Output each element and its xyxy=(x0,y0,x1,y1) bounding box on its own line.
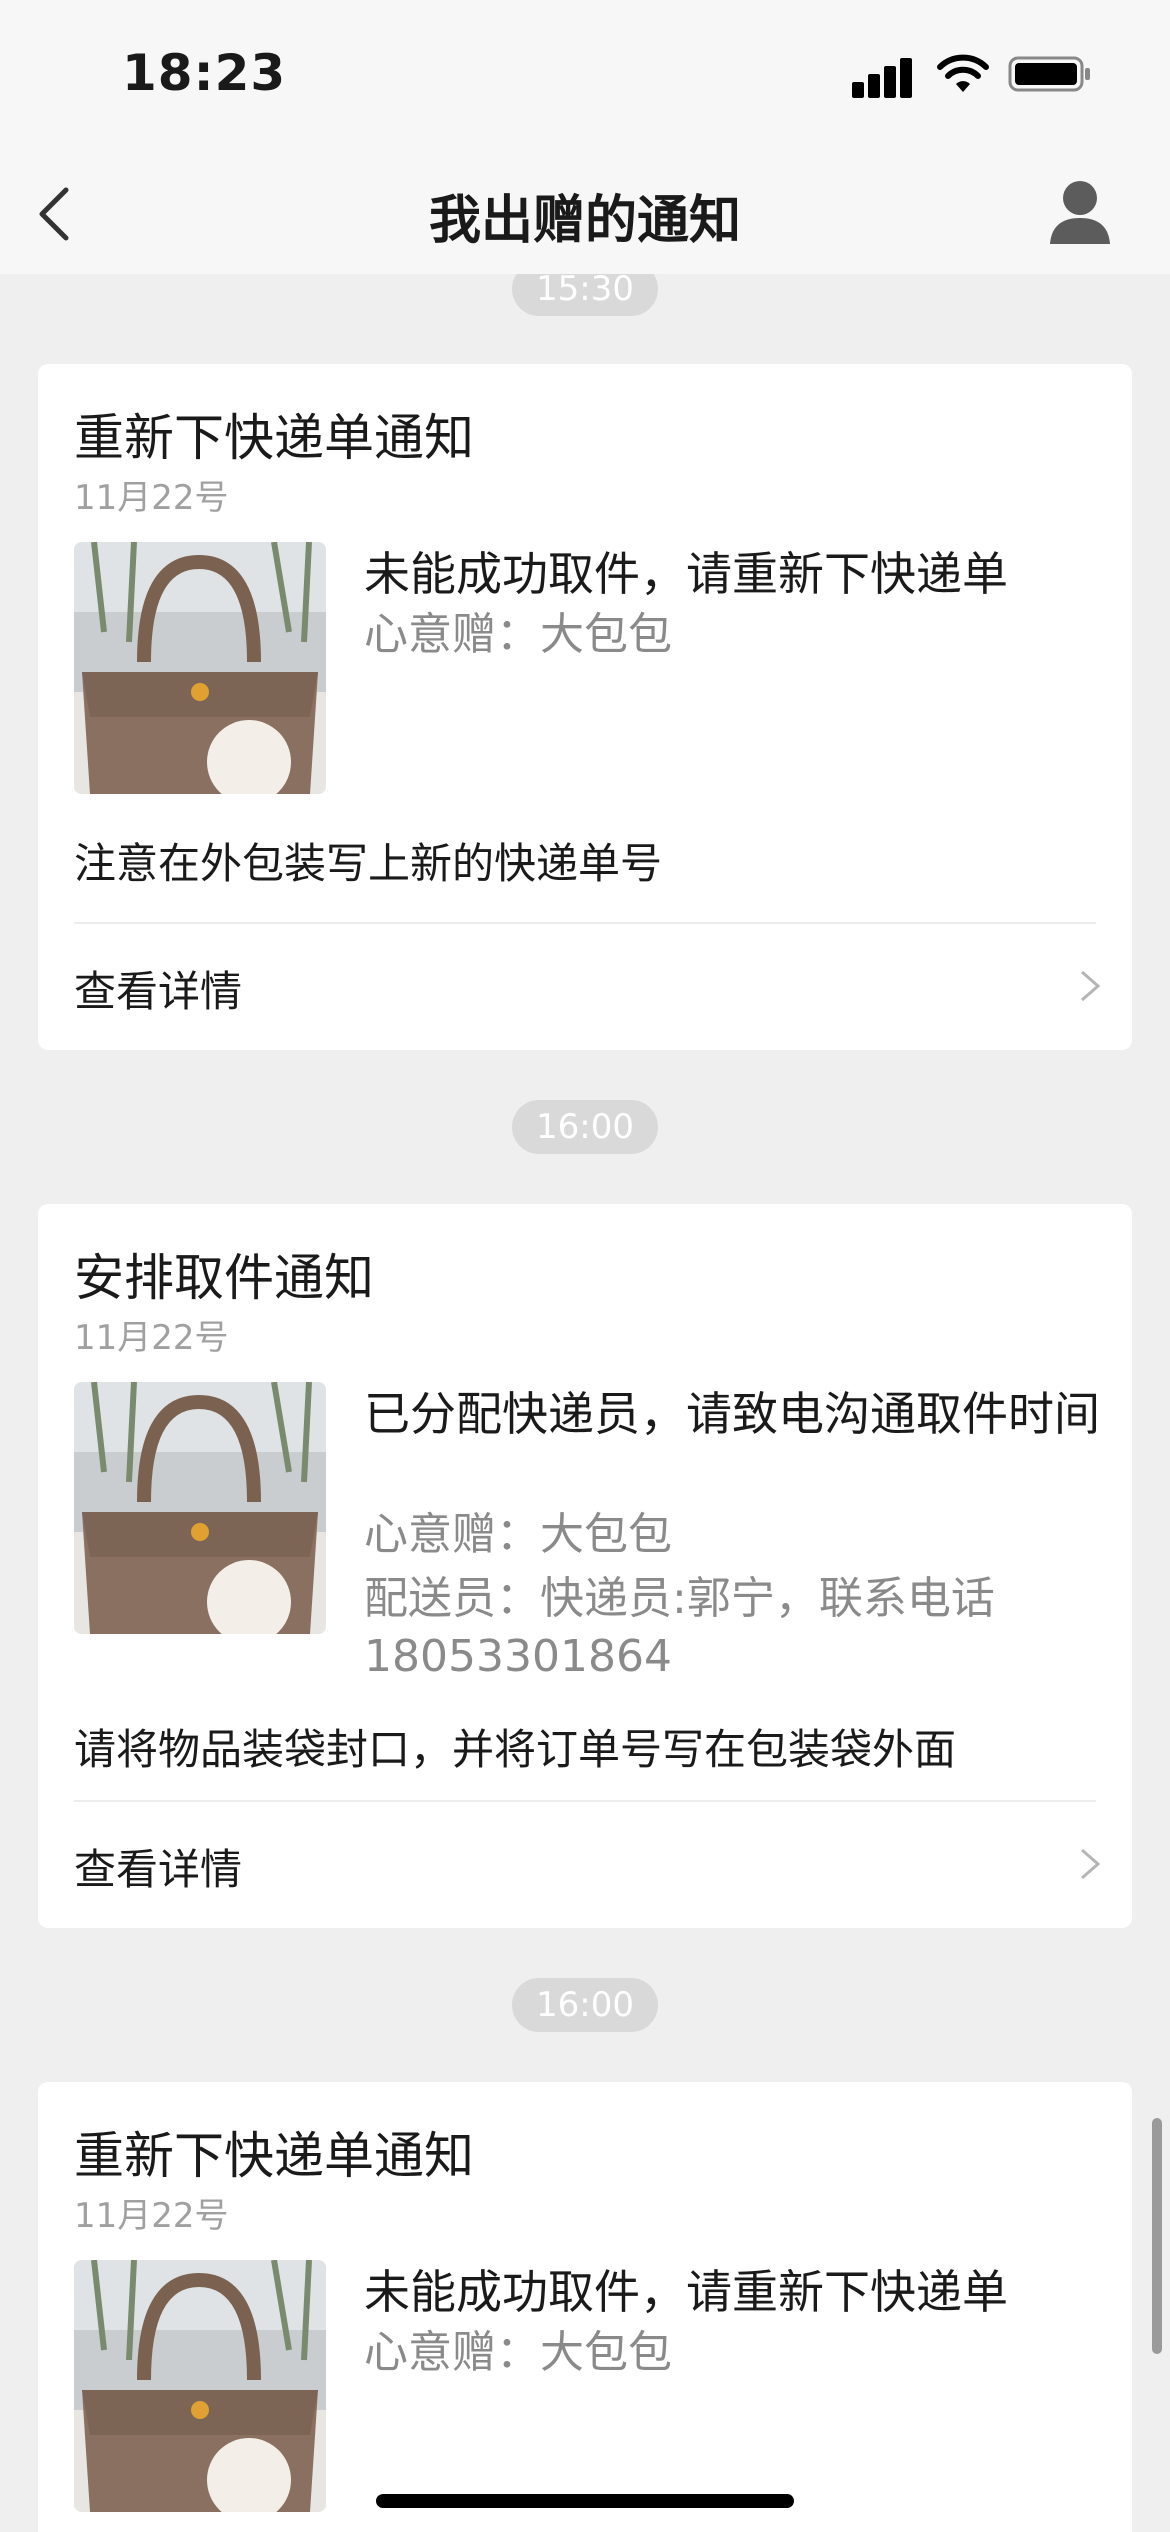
home-indicator[interactable] xyxy=(376,2494,794,2508)
timestamp-pill: 16:00 xyxy=(512,1100,658,1154)
timestamp-pill: 16:00 xyxy=(512,1978,658,2032)
view-details-label: 查看详情 xyxy=(74,1845,243,1894)
notification-list[interactable]: 15:30 重新下快递单通知 11月22号 未能成功取件，请重新下快递单 心意赠… xyxy=(0,274,1170,2532)
status-bar: 18:23 xyxy=(0,0,1170,150)
scroll-indicator[interactable] xyxy=(1152,2118,1162,2354)
notification-headline: 已分配快递员，请致电沟通取件时间 xyxy=(364,1387,1100,1441)
gift-line: 心意赠：大包包 xyxy=(364,609,672,660)
view-details-link[interactable]: 查看详情 xyxy=(38,924,1132,1042)
signal-icon xyxy=(852,56,914,98)
card-title: 安排取件通知 xyxy=(74,1249,374,1307)
courier-line: 配送员：快递员:郭宁，联系电话18053301864 xyxy=(364,1573,995,1682)
notification-card: 安排取件通知 11月22号 已分配快递员，请致电沟通取件时间 心意赠：大包包 配… xyxy=(38,1204,1132,1928)
card-date: 11月22号 xyxy=(74,1318,229,1358)
battery-icon xyxy=(1008,56,1090,92)
notification-headline: 未能成功取件，请重新下快递单 xyxy=(364,547,1008,601)
gift-line: 心意赠：大包包 xyxy=(364,2327,672,2378)
gift-line: 心意赠：大包包 xyxy=(364,1509,672,1560)
nav-bar: 我出赠的通知 xyxy=(0,150,1170,274)
timestamp-pill: 15:30 xyxy=(512,274,658,316)
notification-note: 请将物品装袋封口，并将订单号写在包装袋外面 xyxy=(74,1725,957,1774)
notification-headline: 未能成功取件，请重新下快递单 xyxy=(364,2265,1008,2319)
card-date: 11月22号 xyxy=(74,2196,229,2236)
notification-card: 重新下快递单通知 11月22号 未能成功取件，请重新下快递单 心意赠：大包包 注… xyxy=(38,364,1132,1050)
page-title: 我出赠的通知 xyxy=(428,191,741,251)
card-title: 重新下快递单通知 xyxy=(74,2127,474,2185)
card-date: 11月22号 xyxy=(74,478,229,518)
notification-card: 重新下快递单通知 11月22号 未能成功取件，请重新下快递单 心意赠：大包包 xyxy=(38,2082,1132,2532)
product-thumbnail[interactable] xyxy=(74,2260,326,2512)
wifi-icon xyxy=(937,54,989,92)
chevron-right-icon xyxy=(1081,970,1101,1002)
notification-note: 注意在外包装写上新的快递单号 xyxy=(74,839,663,888)
product-thumbnail[interactable] xyxy=(74,542,326,794)
profile-icon[interactable] xyxy=(1040,170,1120,250)
card-title: 重新下快递单通知 xyxy=(74,409,474,467)
view-details-link[interactable]: 查看详情 xyxy=(38,1802,1132,1920)
chevron-right-icon xyxy=(1081,1848,1101,1880)
product-thumbnail[interactable] xyxy=(74,1382,326,1634)
view-details-label: 查看详情 xyxy=(74,967,243,1016)
status-time: 18:23 xyxy=(122,44,287,102)
